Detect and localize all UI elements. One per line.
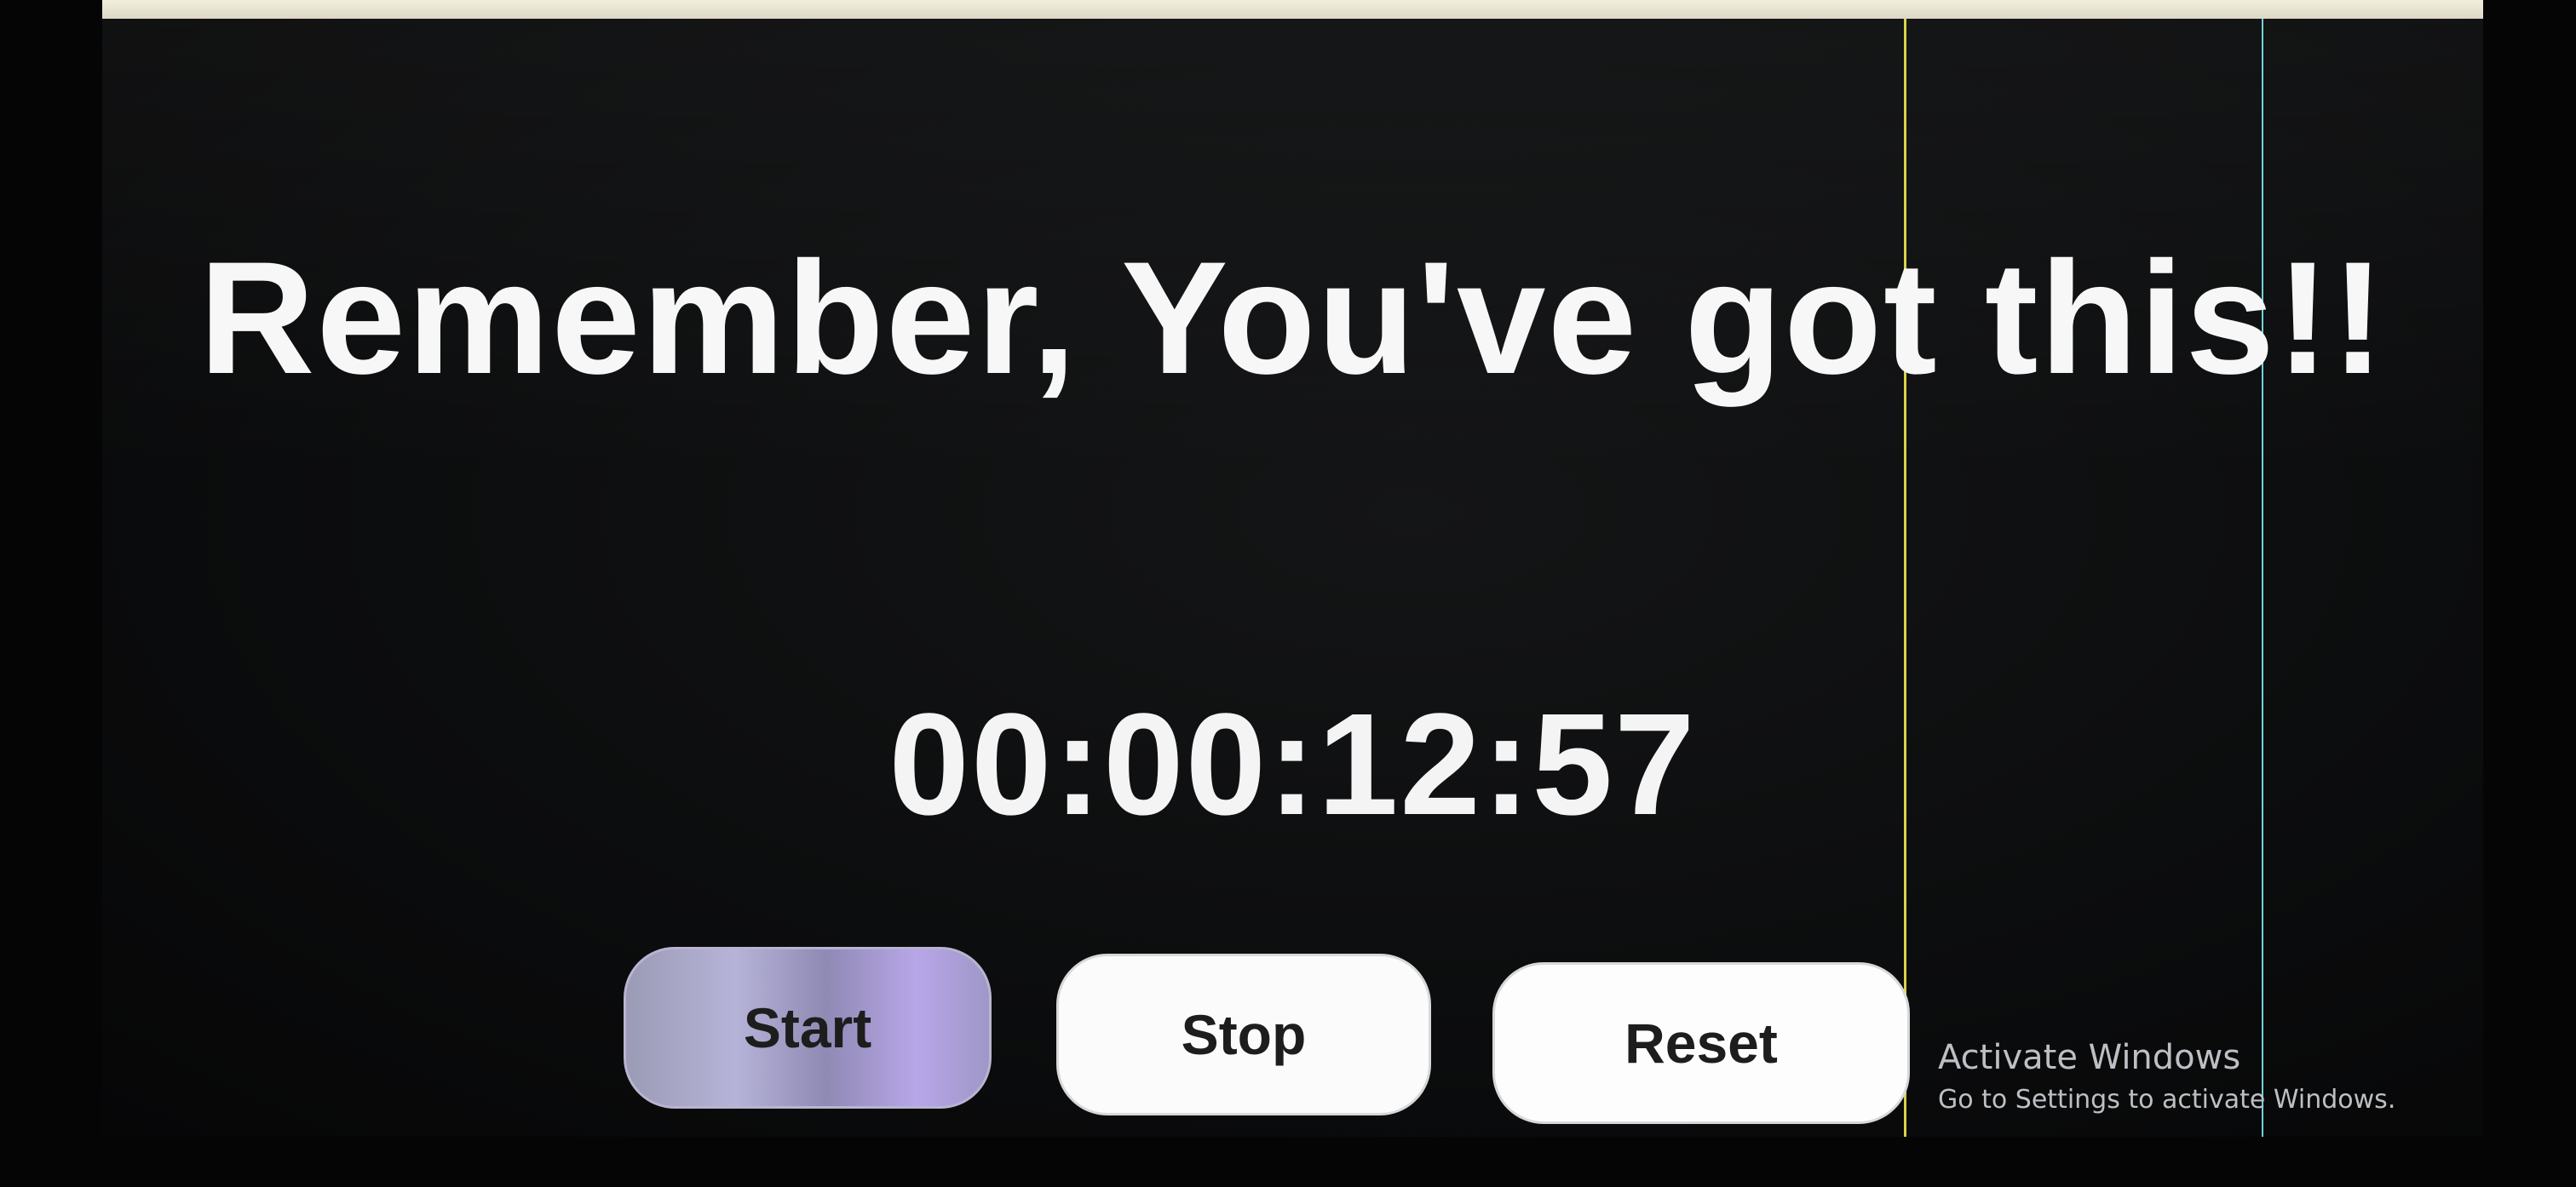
display-artifact-line-cyan (2262, 19, 2263, 1137)
activate-windows-watermark: Activate Windows Go to Settings to activ… (1938, 1037, 2395, 1117)
app-screen: Remember, You've got this!! 00:00:12:57 … (102, 0, 2483, 1137)
watermark-subtitle: Go to Settings to activate Windows. (1938, 1085, 2396, 1115)
stop-button[interactable]: Stop (1056, 954, 1431, 1115)
watermark-title: Activate Windows (1938, 1038, 2241, 1077)
start-button[interactable]: Start (624, 947, 992, 1109)
top-edge-strip (102, 0, 2483, 19)
motivational-headline: Remember, You've got this!! (198, 228, 2387, 407)
timer-display: 00:00:12:57 (888, 684, 1697, 846)
display-artifact-line-yellow (1904, 19, 1906, 1137)
reset-button[interactable]: Reset (1492, 962, 1910, 1124)
